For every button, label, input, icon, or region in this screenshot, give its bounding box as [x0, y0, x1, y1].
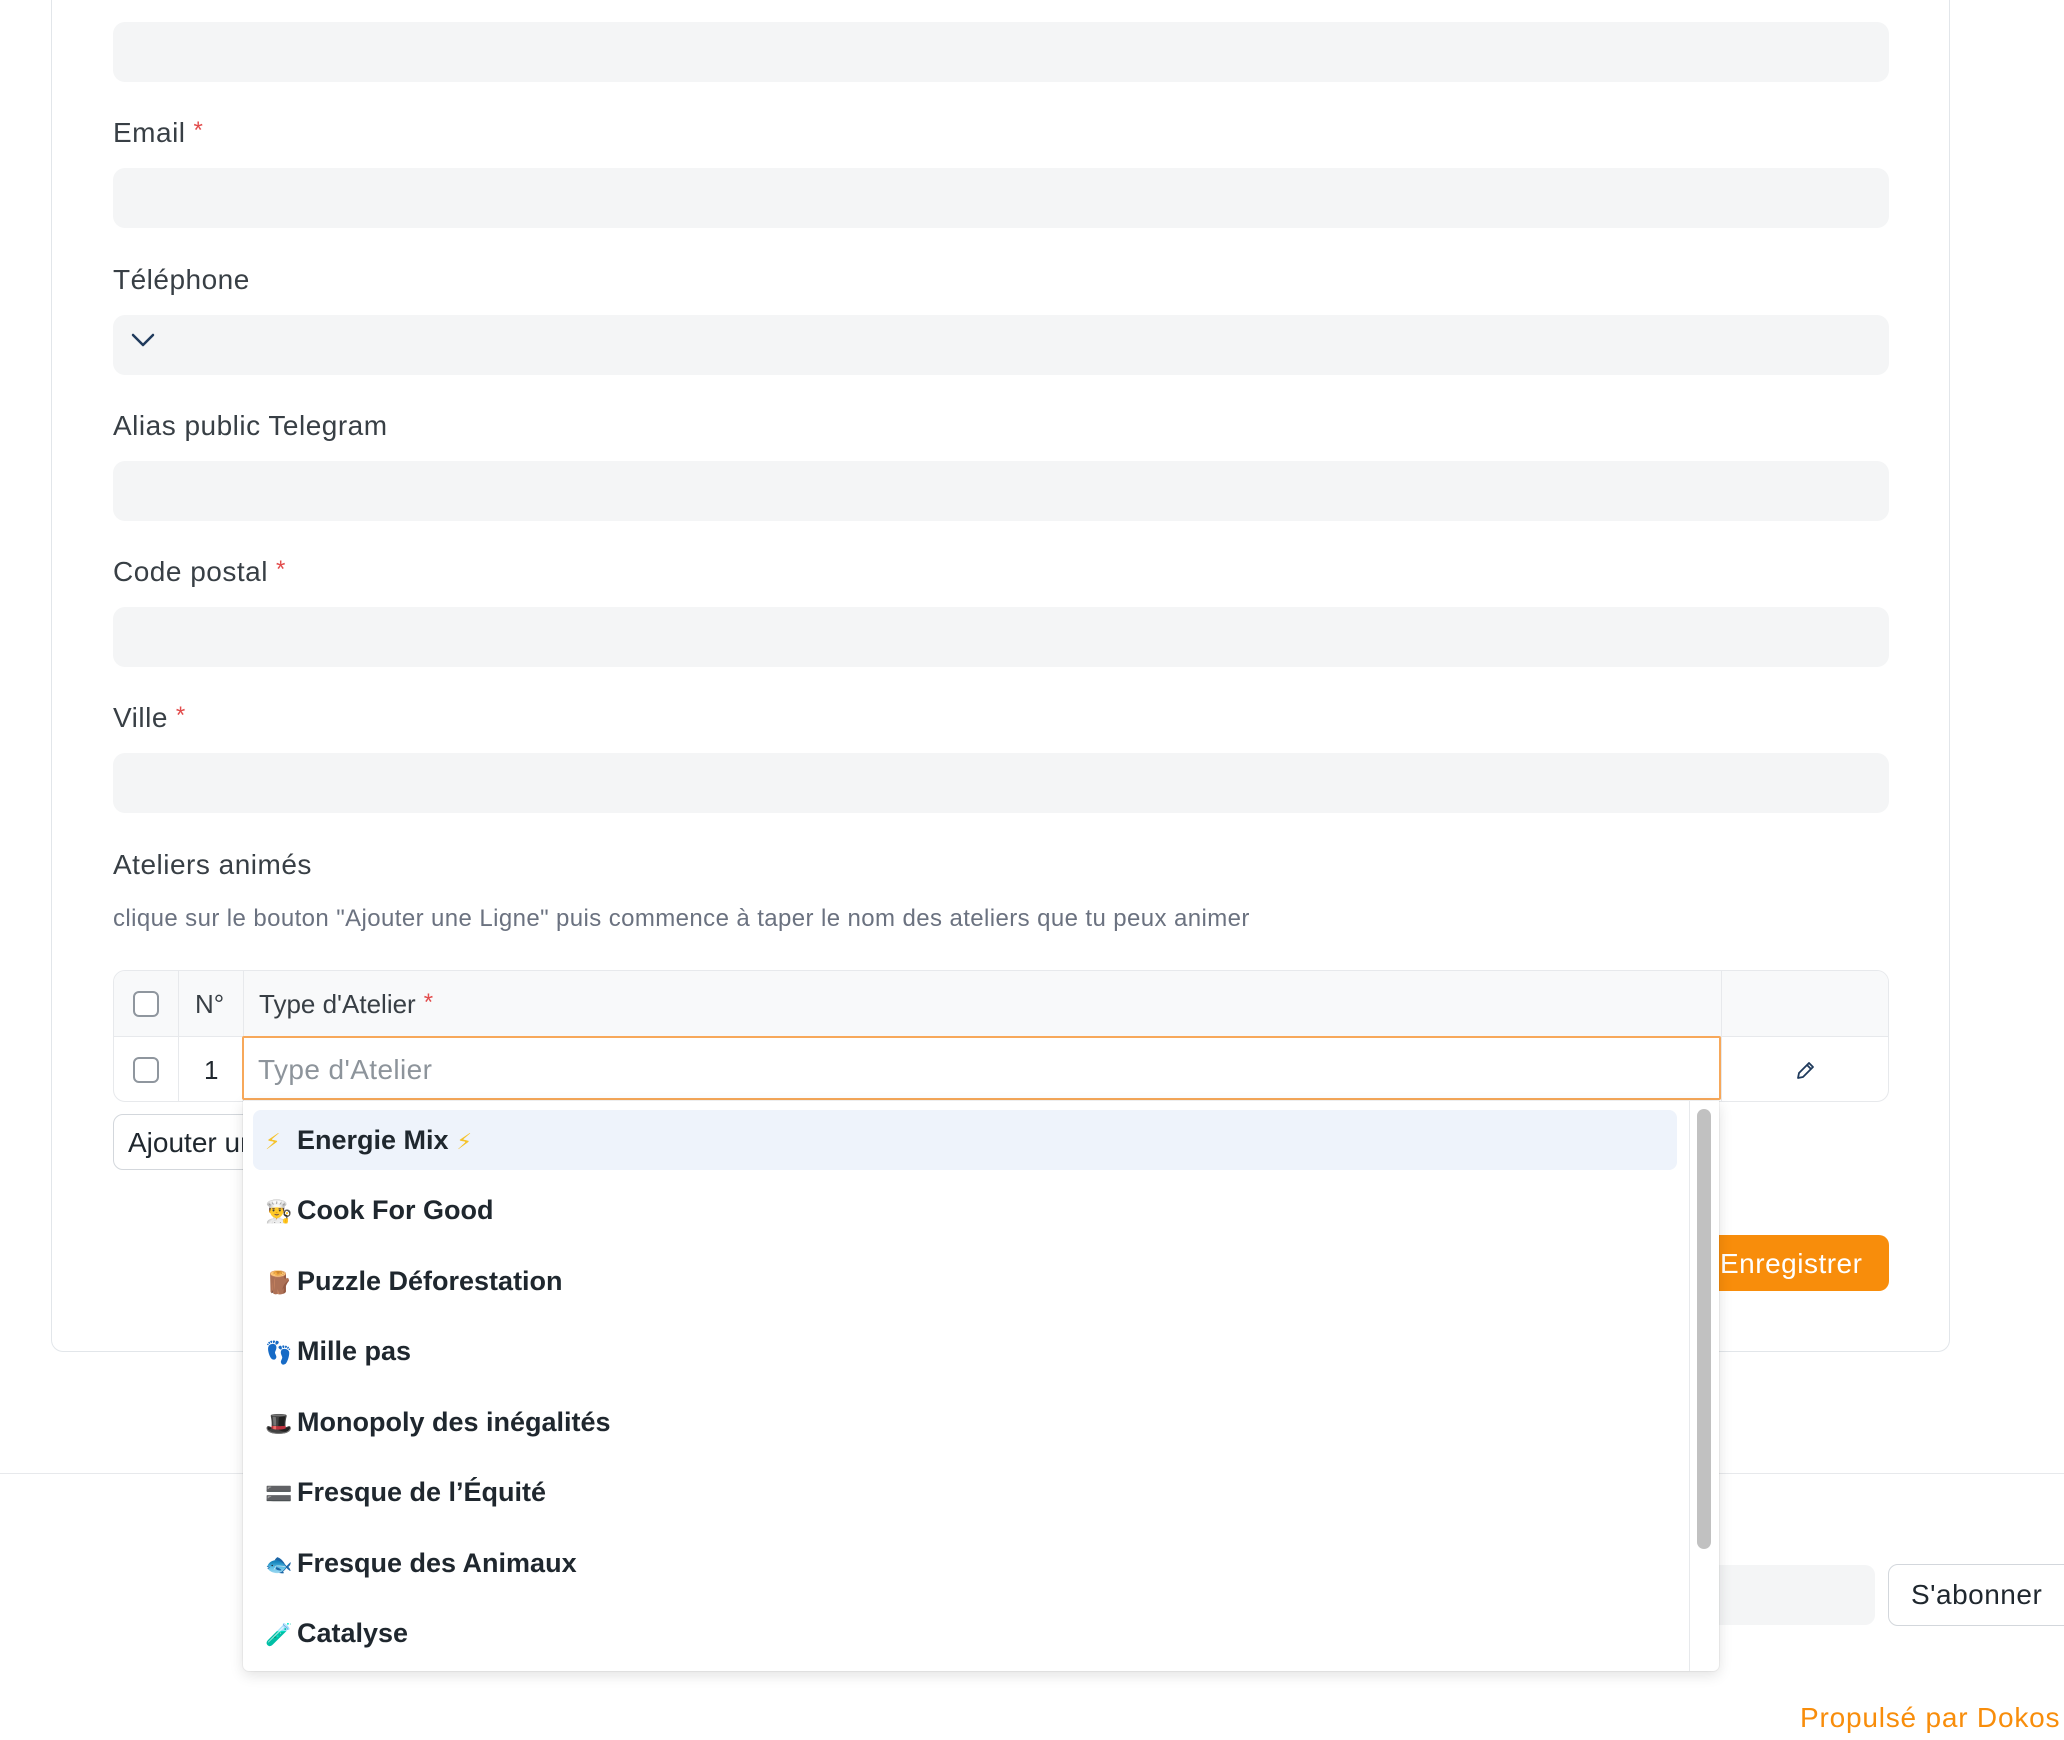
postal-field[interactable]: [113, 607, 1889, 667]
select-all-checkbox[interactable]: [133, 991, 159, 1017]
required-mark: *: [423, 989, 434, 1016]
row-number: 1: [204, 1055, 219, 1085]
chevron-down-icon[interactable]: [130, 330, 156, 350]
dropdown-option[interactable]: 🐟 Fresque des Animaux: [253, 1533, 1677, 1593]
col-number-header: N°: [195, 989, 225, 1019]
lightning-icon: ⚡: [456, 1130, 472, 1155]
dropdown-option[interactable]: 🟰 Fresque de l’Équité: [253, 1462, 1677, 1522]
save-button[interactable]: Enregistrer: [1690, 1235, 1889, 1291]
col-type-header: Type d'Atelier *: [259, 989, 434, 1019]
dropdown-option[interactable]: 🪵 Puzzle Déforestation: [253, 1251, 1677, 1311]
dropdown-option[interactable]: 👨‍🍳 Cook For Good: [253, 1180, 1677, 1240]
email-label: Email *: [113, 117, 204, 148]
subscribe-button[interactable]: S'abonner: [1888, 1564, 2064, 1626]
subscribe-email-input[interactable]: [1700, 1565, 1875, 1625]
equals-icon: 🟰: [265, 1482, 293, 1507]
city-field[interactable]: [113, 753, 1889, 813]
powered-by-link[interactable]: Propulsé par Dokos: [1800, 1702, 2060, 1734]
phone-field[interactable]: [113, 315, 1889, 375]
required-mark: *: [275, 556, 286, 583]
footprints-icon: 👣: [265, 1341, 293, 1366]
dropdown-option[interactable]: 🎩 Monopoly des inégalités: [253, 1392, 1677, 1452]
fish-icon: 🐟: [265, 1553, 293, 1578]
telegram-field[interactable]: [113, 461, 1889, 521]
telegram-label: Alias public Telegram: [113, 410, 388, 441]
chef-icon: 👨‍🍳: [265, 1200, 293, 1225]
workshops-description: clique sur le bouton "Ajouter une Ligne"…: [113, 905, 1250, 932]
city-label: Ville *: [113, 702, 186, 733]
lightning-icon: ⚡: [265, 1130, 281, 1155]
edit-row-icon[interactable]: [1794, 1060, 1816, 1082]
test-tube-icon: 🧪: [265, 1623, 293, 1648]
scrollbar-track: [1689, 1101, 1690, 1671]
name-field[interactable]: [113, 22, 1889, 82]
dropdown-option[interactable]: 🧪 Catalyse: [253, 1603, 1677, 1663]
dropdown-option[interactable]: 👣 Mille pas: [253, 1321, 1677, 1381]
postal-label: Code postal *: [113, 556, 286, 587]
wood-icon: 🪵: [265, 1271, 293, 1296]
top-hat-icon: 🎩: [265, 1412, 293, 1437]
required-mark: *: [193, 117, 204, 144]
workshop-type-input[interactable]: Type d'Atelier: [242, 1036, 1721, 1100]
scrollbar-thumb[interactable]: [1697, 1109, 1711, 1549]
workshop-type-placeholder: Type d'Atelier: [258, 1054, 433, 1085]
dropdown-option[interactable]: ⚡ Energie Mix ⚡: [253, 1110, 1677, 1170]
workshops-label: Ateliers animés: [113, 849, 312, 880]
email-field[interactable]: [113, 168, 1889, 228]
row-checkbox[interactable]: [133, 1057, 159, 1083]
required-mark: *: [175, 702, 186, 729]
workshop-type-dropdown: ⚡ Energie Mix ⚡ 👨‍🍳 Cook For Good 🪵 Puzzle D…: [243, 1101, 1719, 1671]
phone-label: Téléphone: [113, 264, 250, 295]
